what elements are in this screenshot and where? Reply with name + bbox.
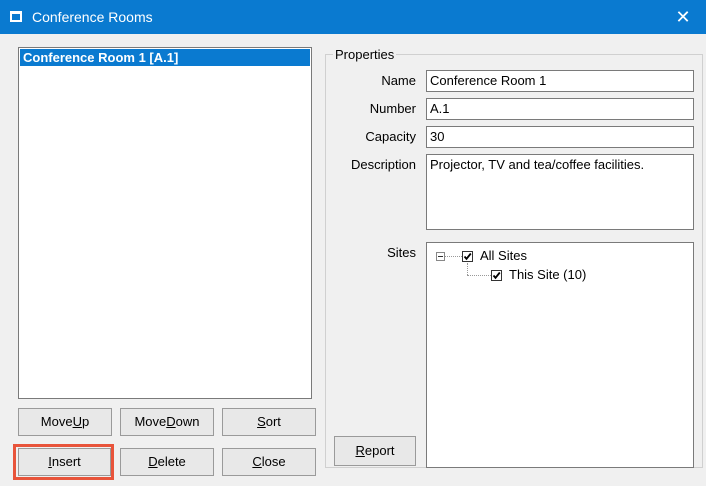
number-label: Number bbox=[369, 101, 416, 116]
rooms-listbox[interactable]: Conference Room 1 [A.1] bbox=[18, 47, 312, 399]
dialog-body: Conference Room 1 [A.1] Move Up Move Dow… bbox=[0, 34, 706, 486]
button-label: Sort bbox=[257, 414, 281, 429]
checkbox-checked-icon[interactable] bbox=[491, 270, 502, 281]
button-label: Report bbox=[355, 443, 395, 458]
name-label: Name bbox=[381, 73, 416, 88]
move-down-button[interactable]: Move Down bbox=[120, 408, 214, 436]
button-label: Delete bbox=[148, 454, 186, 469]
move-up-button[interactable]: Move Up bbox=[18, 408, 112, 436]
tree-item-all-sites[interactable]: All Sites bbox=[480, 249, 527, 263]
sites-tree[interactable]: All Sites This Site (10) bbox=[426, 242, 694, 468]
collapse-icon[interactable] bbox=[436, 252, 445, 261]
sites-label: Sites bbox=[387, 245, 416, 260]
delete-button[interactable]: Delete bbox=[120, 448, 214, 476]
description-label: Description bbox=[350, 157, 416, 172]
list-item[interactable]: Conference Room 1 [A.1] bbox=[20, 49, 310, 66]
number-field[interactable]: A.1 bbox=[426, 98, 694, 120]
title-bar: Conference Rooms ✕ bbox=[0, 0, 706, 34]
capacity-label: Capacity bbox=[365, 129, 416, 144]
tree-item-this-site[interactable]: This Site (10) bbox=[509, 268, 586, 282]
report-button[interactable]: Report bbox=[334, 436, 416, 466]
button-label: Move Down bbox=[134, 414, 200, 429]
checkbox-checked-icon[interactable] bbox=[462, 251, 473, 262]
window-title: Conference Rooms bbox=[32, 9, 153, 25]
sort-button[interactable]: Sort bbox=[222, 408, 316, 436]
close-icon: ✕ bbox=[675, 7, 691, 27]
close-button[interactable]: Close bbox=[222, 448, 316, 476]
name-field[interactable]: Conference Room 1 bbox=[426, 70, 694, 92]
description-field[interactable]: Projector, TV and tea/coffee facilities. bbox=[426, 154, 694, 230]
capacity-field[interactable]: 30 bbox=[426, 126, 694, 148]
app-window-icon bbox=[10, 11, 22, 22]
tree-connector bbox=[467, 263, 468, 275]
button-label: Close bbox=[252, 454, 286, 469]
insert-highlight-frame bbox=[13, 444, 114, 480]
button-label: Move Up bbox=[40, 414, 90, 429]
close-window-button[interactable]: ✕ bbox=[660, 0, 706, 34]
tree-connector bbox=[445, 256, 462, 257]
tree-connector bbox=[467, 275, 491, 276]
properties-group-label: Properties bbox=[333, 47, 397, 62]
